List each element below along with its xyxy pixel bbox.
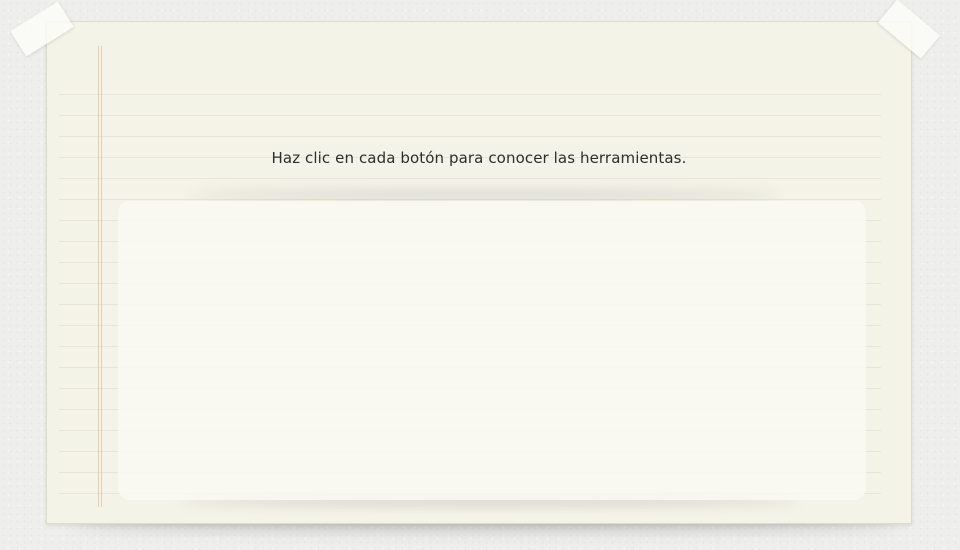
panel-shadow-top bbox=[190, 190, 780, 200]
content-panel bbox=[118, 201, 866, 500]
margin-line bbox=[98, 46, 102, 507]
instruction-text: Haz clic en cada botón para conocer las … bbox=[271, 149, 687, 167]
